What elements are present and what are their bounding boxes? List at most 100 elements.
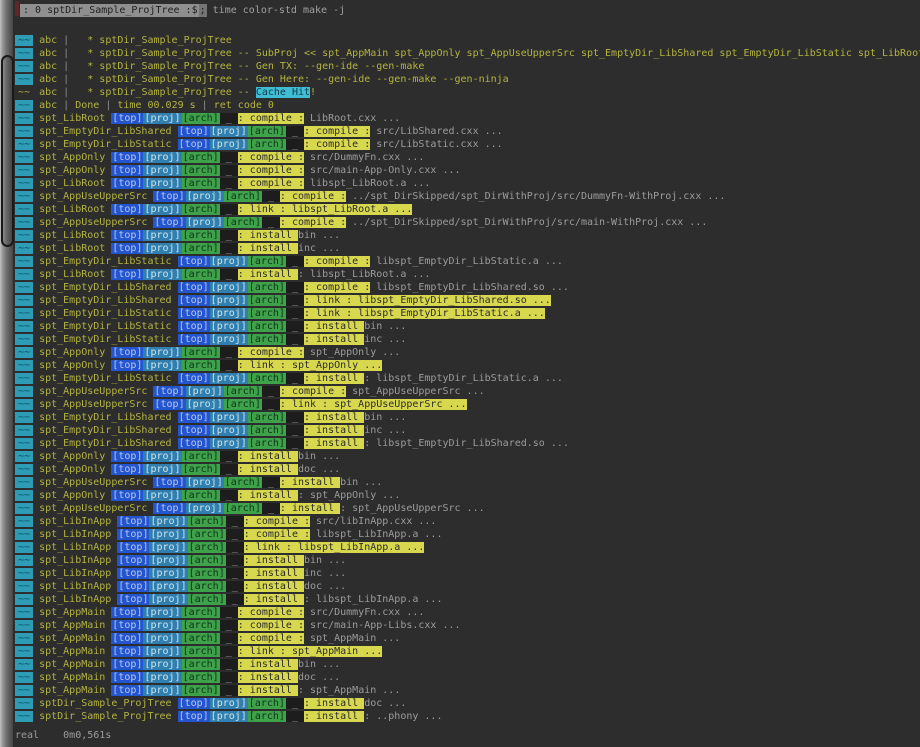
action-chunk: : install [238, 490, 298, 501]
underscore-box: _ [220, 464, 238, 475]
arg-text: doc ... [364, 698, 406, 709]
line-badge: ~~ [15, 74, 33, 85]
tag-proj: [proj] [143, 347, 181, 358]
arg-text: libspt_EmptyDir_LibStatic.a ... [370, 256, 563, 267]
tag-proj: [proj] [143, 464, 181, 475]
arg-text: bin ... [340, 477, 382, 488]
arg-text: doc ... [298, 464, 340, 475]
tag-arch: [arch] [182, 360, 220, 371]
line-text: abc | * sptDir_Sample_ProjTree -- Cache … [39, 87, 316, 98]
tag-proj: [proj] [186, 191, 224, 202]
arg-text: bin ... [364, 412, 406, 423]
build-log-line: ~~ spt_LibInApp [top][proj][arch] _ : in… [15, 580, 920, 593]
tag-list: [top][proj][arch] [178, 334, 286, 345]
build-log-line: ~~ spt_AppUseUpperSrc [top][proj][arch] … [15, 190, 920, 203]
line-badge: ~~ [15, 178, 33, 189]
underscore-box: _ [220, 204, 238, 215]
line-text: abc | Done | time 00.029 s | ret code 0 [39, 100, 274, 111]
log-header-line: ~~ abc | * sptDir_Sample_ProjTree [15, 34, 920, 47]
tag-proj: [proj] [186, 503, 224, 514]
arg-text: src/main-App-Only.cxx ... [304, 165, 461, 176]
build-log-line: ~~ spt_AppUseUpperSrc [top][proj][arch] … [15, 476, 920, 489]
build-log-line: ~~ spt_EmptyDir_LibStatic [top][proj][ar… [15, 372, 920, 385]
build-log-line: ~~ spt_AppMain [top][proj][arch] _ : com… [15, 606, 920, 619]
tag-proj: [proj] [210, 256, 248, 267]
tag-proj: [proj] [149, 516, 187, 527]
project-name: spt_AppMain [39, 607, 105, 618]
tag-top: [top] [178, 438, 210, 449]
action-chunk: : install [304, 711, 364, 722]
tag-top: [top] [111, 464, 143, 475]
tag-arch: [arch] [182, 490, 220, 501]
project-name: spt_LibInApp [39, 516, 111, 527]
project-name: spt_LibInApp [39, 594, 111, 605]
terminal-window: : 0 sptDir_Sample_ProjTree :$; time colo… [0, 0, 920, 747]
line-badge: ~~ [15, 503, 33, 514]
line-badge: ~~ [15, 308, 33, 319]
line-badge: ~~ [15, 685, 33, 696]
arg-text: inc ... [364, 425, 406, 436]
text-segment: * sptDir_Sample_ProjTree -- SubProj << s… [69, 48, 920, 59]
tag-proj: [proj] [210, 412, 248, 423]
tag-arch: [arch] [182, 269, 220, 280]
project-name: spt_EmptyDir_LibStatic [39, 308, 171, 319]
build-log-line: ~~ spt_EmptyDir_LibShared [top][proj][ar… [15, 411, 920, 424]
action-chunk: : link : libspt_LibRoot.a ... [238, 204, 413, 215]
underscore-box: _ [220, 269, 238, 280]
line-badge: ~~ [15, 61, 33, 72]
line-badge: ~~ [15, 516, 33, 527]
build-log-line: ~~ spt_AppOnly [top][proj][arch] _ : lin… [15, 359, 920, 372]
prompt-marker-block [15, 1, 19, 16]
line-badge: ~~ [15, 620, 33, 631]
tag-arch: [arch] [182, 633, 220, 644]
build-log-line: ~~ spt_AppOnly [top][proj][arch] _ : ins… [15, 450, 920, 463]
underscore-box: _ [286, 256, 304, 267]
build-log-line: ~~ spt_AppUseUpperSrc [top][proj][arch] … [15, 216, 920, 229]
arg-text: doc ... [298, 672, 340, 683]
tag-list: [top][proj][arch] [178, 373, 286, 384]
underscore-box: _ [286, 425, 304, 436]
tag-proj: [proj] [143, 633, 181, 644]
arg-text: bin ... [364, 321, 406, 332]
left-scrollbar-track[interactable] [0, 0, 13, 747]
tag-proj: [proj] [149, 542, 187, 553]
underscore-box: _ [220, 659, 238, 670]
tag-arch: [arch] [188, 516, 226, 527]
log-header-line: ~~ abc | * sptDir_Sample_ProjTree -- Gen… [15, 60, 920, 73]
project-name: spt_EmptyDir_LibShared [39, 438, 171, 449]
action-chunk: : install [244, 555, 304, 566]
text-segment: time 00.029 s [111, 100, 201, 111]
line-badge: ~~ [15, 126, 33, 137]
tag-arch: [arch] [224, 191, 262, 202]
tag-arch: [arch] [224, 503, 262, 514]
tag-proj: [proj] [143, 113, 181, 124]
tag-proj: [proj] [143, 230, 181, 241]
project-name: spt_AppUseUpperSrc [39, 503, 147, 514]
underscore-box: _ [220, 646, 238, 657]
project-name: spt_EmptyDir_LibShared [39, 282, 171, 293]
action-chunk: : compile : [304, 126, 370, 137]
tag-proj: [proj] [210, 711, 248, 722]
underscore-box: _ [220, 165, 238, 176]
tag-arch: [arch] [182, 659, 220, 670]
line-badge: ~~ [15, 243, 33, 254]
line-badge: ~~ [15, 594, 33, 605]
tag-proj: [proj] [210, 295, 248, 306]
text-segment: * sptDir_Sample_ProjTree -- Gen TX: --ge… [69, 61, 424, 72]
underscore-box: _ [262, 217, 280, 228]
prompt-cursor: ; [199, 4, 207, 17]
tag-arch: [arch] [188, 529, 226, 540]
tag-list: [top][proj][arch] [111, 646, 219, 657]
action-chunk: : compile : [238, 347, 304, 358]
underscore-box: _ [226, 516, 244, 527]
text-segment: Done [69, 100, 105, 111]
tag-arch: [arch] [182, 230, 220, 241]
tag-proj: [proj] [143, 659, 181, 670]
action-chunk: : install [304, 334, 364, 345]
tag-list: [top][proj][arch] [178, 438, 286, 449]
underscore-box: _ [226, 581, 244, 592]
line-badge: ~~ [15, 204, 33, 215]
tag-arch: [arch] [248, 412, 286, 423]
tag-list: [top][proj][arch] [111, 672, 219, 683]
underscore-box: _ [286, 373, 304, 384]
